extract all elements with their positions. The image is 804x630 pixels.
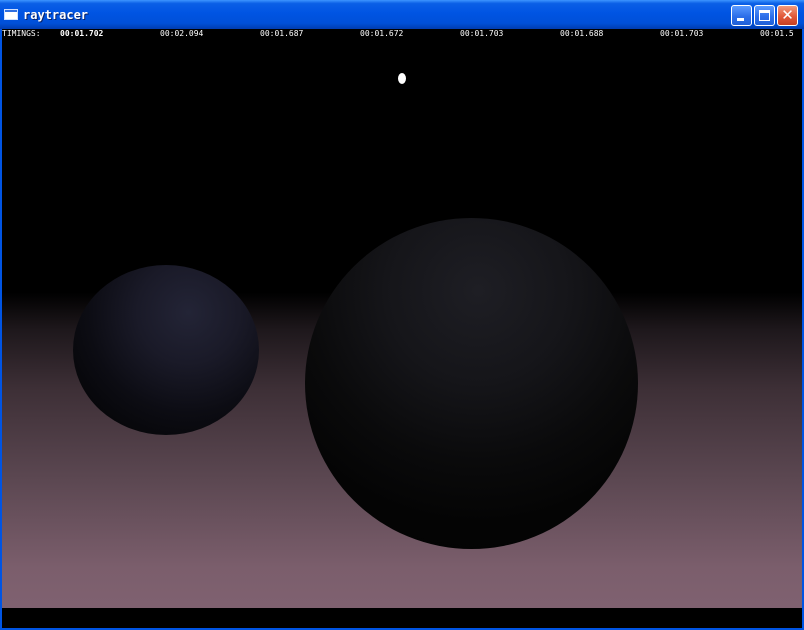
app-window: raytracer ✕ TIMINGS: 00:01.702 00:02.094…	[0, 0, 804, 630]
maximize-button[interactable]	[754, 5, 775, 26]
timing-value: 00:01.702	[60, 29, 104, 38]
bottom-band	[2, 608, 802, 628]
render-viewport[interactable]: TIMINGS: 00:01.702 00:02.094 00:01.687 0…	[2, 29, 802, 628]
large-sphere	[305, 218, 638, 549]
timing-value: 00:02.094	[160, 29, 204, 38]
window-border-left[interactable]	[0, 29, 2, 630]
timings-label: TIMINGS:	[2, 29, 41, 38]
close-icon: ✕	[781, 6, 794, 24]
timing-value: 00:01.5	[760, 29, 794, 38]
light-source	[398, 73, 406, 84]
close-button[interactable]: ✕	[777, 5, 798, 26]
window-title: raytracer	[23, 8, 89, 22]
maximize-icon	[759, 10, 770, 21]
window-icon[interactable]	[4, 9, 18, 20]
timing-value: 00:01.687	[260, 29, 304, 38]
timings-overlay: TIMINGS: 00:01.702 00:02.094 00:01.687 0…	[2, 29, 802, 41]
title-bar[interactable]: raytracer ✕	[0, 0, 804, 29]
timing-value: 00:01.672	[360, 29, 404, 38]
timing-value: 00:01.688	[560, 29, 604, 38]
timing-value: 00:01.703	[460, 29, 504, 38]
small-sphere	[73, 265, 259, 435]
minimize-button[interactable]	[731, 5, 752, 26]
timing-value: 00:01.703	[660, 29, 704, 38]
minimize-icon	[737, 18, 744, 21]
